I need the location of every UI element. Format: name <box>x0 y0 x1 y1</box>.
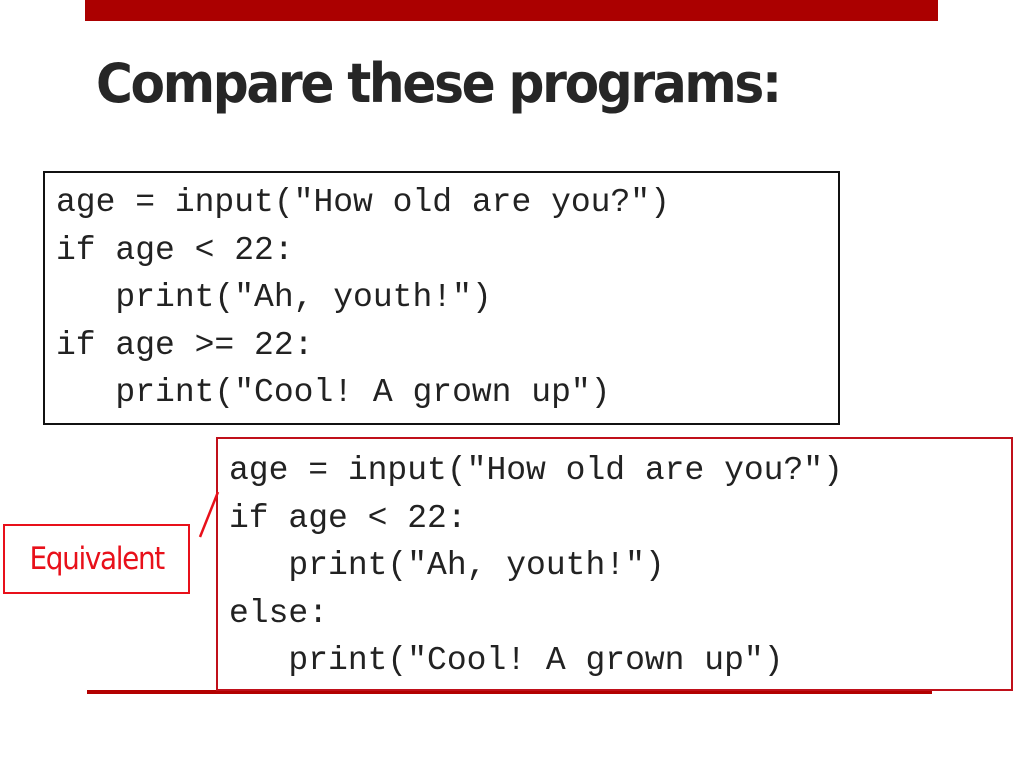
code-line: age = input("How old are you?") <box>229 452 843 489</box>
code-block-program-2: age = input("How old are you?") if age < … <box>216 437 1013 691</box>
code-line: print("Cool! A grown up") <box>56 374 611 411</box>
code-line: age = input("How old are you?") <box>56 184 670 221</box>
equivalent-callout: Equivalent <box>3 524 190 594</box>
equivalent-callout-label: Equivalent <box>29 541 165 577</box>
code-line: else: <box>229 594 329 632</box>
code-line: if age >= 22: <box>56 326 314 364</box>
code-line: print("Ah, youth!") <box>229 547 665 584</box>
code-line: print("Cool! A grown up") <box>229 642 784 679</box>
code-line: print("Ah, youth!") <box>56 279 492 316</box>
code-line: if age < 22: <box>229 499 467 537</box>
code-line: if age < 22: <box>56 231 294 269</box>
slide-title: Compare these programs: <box>96 52 782 115</box>
top-accent-bar <box>85 0 938 21</box>
code-block-program-1: age = input("How old are you?") if age < … <box>43 171 840 425</box>
